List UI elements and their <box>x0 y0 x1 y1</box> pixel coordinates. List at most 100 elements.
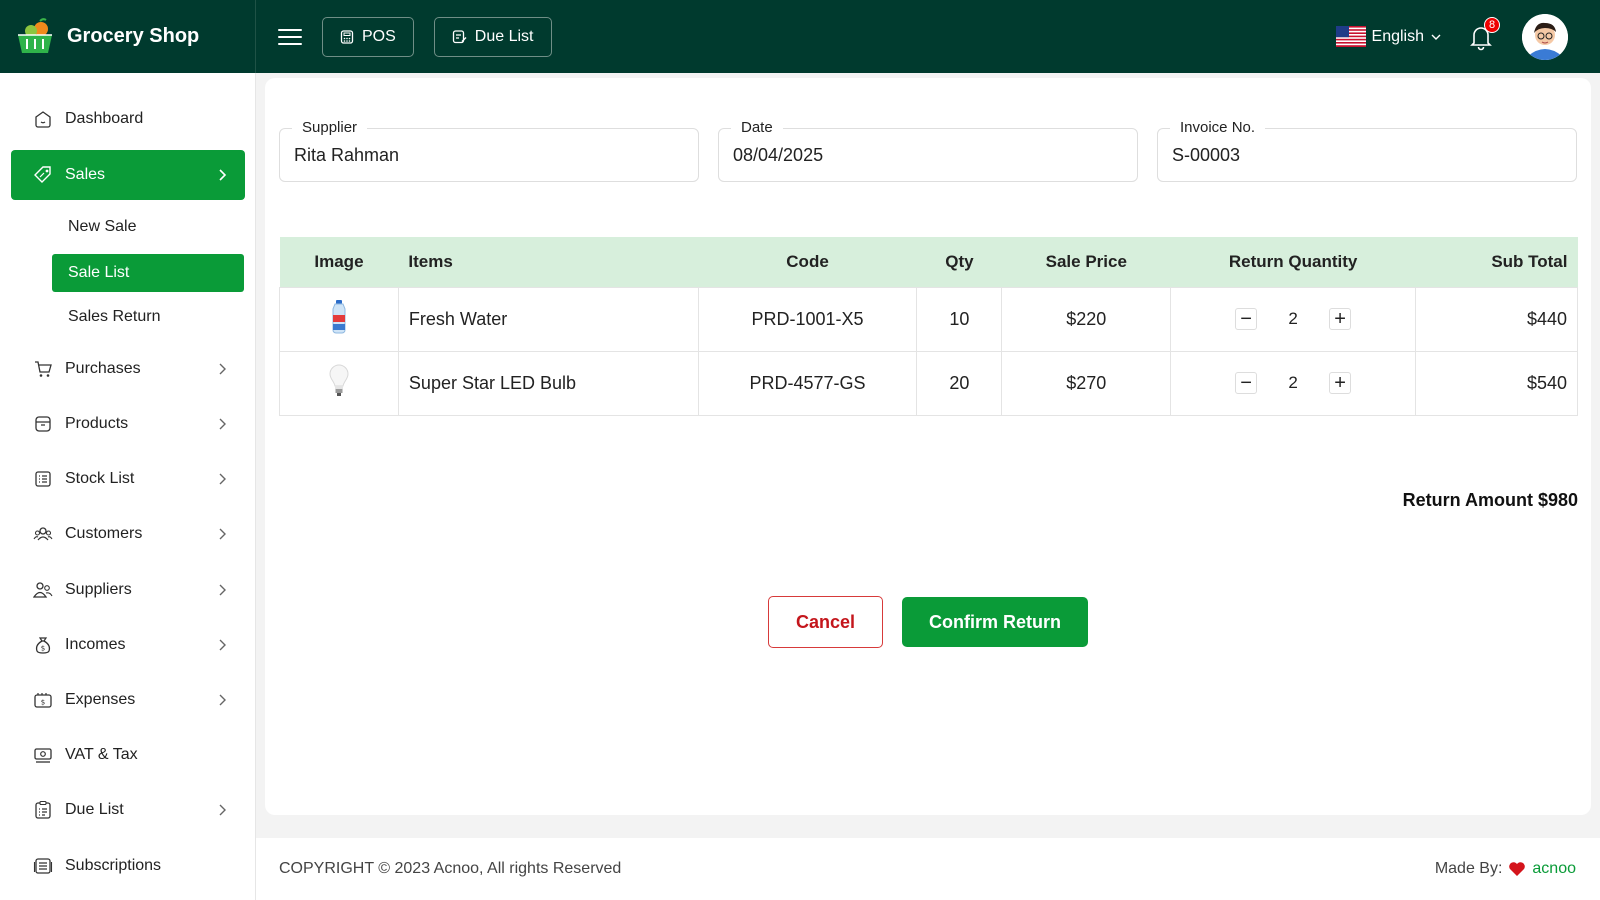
invoice-field[interactable]: Invoice No. S-00003 <box>1157 119 1577 182</box>
tag-icon <box>33 165 53 185</box>
chevron-right-icon <box>219 804 226 816</box>
table-row: Fresh Water PRD-1001-X5 10 $220 − 2 + $4… <box>279 286 1578 352</box>
top-bar: Grocery Shop POS Due List English 8 <box>0 0 1600 73</box>
notifications-button[interactable]: 8 <box>1466 16 1500 52</box>
wallet-icon: $ <box>33 690 53 710</box>
return-items-table: Image Items Code Qty Sale Price Return Q… <box>279 237 1578 416</box>
sidebar-item-label: Stock List <box>65 470 135 487</box>
subscription-icon <box>33 856 53 876</box>
product-image-cell <box>279 286 399 352</box>
brand[interactable]: Grocery Shop <box>0 0 256 73</box>
sidebar-item-sales[interactable]: Sales <box>11 150 245 200</box>
supplier-field[interactable]: Supplier Rita Rahman <box>279 119 699 182</box>
cart-icon <box>33 359 53 379</box>
col-header-code: Code <box>698 237 917 287</box>
supplier-value: Rita Rahman <box>294 145 400 165</box>
date-field[interactable]: Date 08/04/2025 <box>718 119 1138 182</box>
return-quantity-value[interactable]: 2 <box>1285 373 1301 393</box>
money-bag-icon: $ <box>33 635 53 655</box>
sidebar-item-label: Suppliers <box>65 581 132 598</box>
col-header-sale-price: Sale Price <box>1001 237 1171 287</box>
increment-button[interactable]: + <box>1329 308 1352 330</box>
chevron-right-icon <box>219 169 227 181</box>
sidebar-item-vat-tax[interactable]: VAT & Tax <box>11 730 245 780</box>
sidebar-item-incomes[interactable]: $ Incomes <box>11 620 245 670</box>
col-header-items: Items <box>398 237 699 287</box>
increment-button[interactable]: + <box>1329 372 1352 394</box>
quantity-stepper: − 2 + <box>1171 372 1415 394</box>
chevron-right-icon <box>219 639 226 651</box>
due-list-button-label: Due List <box>474 27 534 45</box>
item-qty: 20 <box>916 350 1003 416</box>
sidebar-item-label: Due List <box>65 801 124 818</box>
item-sale-price: $270 <box>1001 350 1172 416</box>
sidebar-item-label: Purchases <box>65 360 141 377</box>
sidebar-item-stock-list[interactable]: Stock List <box>11 454 245 504</box>
sidebar-item-expenses[interactable]: $ Expenses <box>11 675 245 725</box>
sidebar-item-label: Products <box>65 415 129 432</box>
sidebar-item-products[interactable]: Products <box>11 399 245 449</box>
notification-badge: 8 <box>1484 16 1500 33</box>
svg-text:$: $ <box>41 645 45 653</box>
copyright-text: COPYRIGHT © 2023 Acnoo, All rights Reser… <box>279 860 622 877</box>
item-qty: 10 <box>916 286 1003 352</box>
sidebar-item-purchases[interactable]: Purchases <box>11 344 245 394</box>
decrement-button[interactable]: − <box>1235 372 1258 394</box>
brand-name: Grocery Shop <box>67 25 200 47</box>
basket-logo-icon <box>18 17 52 53</box>
table-row: Super Star LED Bulb PRD-4577-GS 20 $270 … <box>279 350 1578 416</box>
confirm-return-button[interactable]: Confirm Return <box>902 597 1088 647</box>
col-header-return-quantity: Return Quantity <box>1170 237 1416 287</box>
sales-return-card: Supplier Rita Rahman Date 08/04/2025 Inv… <box>265 78 1591 815</box>
sidebar-item-due-list[interactable]: Due List <box>11 785 245 835</box>
chevron-right-icon <box>219 473 226 485</box>
return-quantity-value[interactable]: 2 <box>1285 309 1301 329</box>
invoice-value: S-00003 <box>1172 145 1241 165</box>
language-label: English <box>1371 27 1424 45</box>
sidebar-item-label: VAT & Tax <box>65 746 138 763</box>
sidebar-item-label: Dashboard <box>65 110 144 127</box>
heart-icon <box>1509 862 1526 876</box>
sidebar-item-label: Expenses <box>65 691 136 708</box>
made-by: Made By: acnoo <box>1435 860 1576 878</box>
language-selector[interactable]: English <box>1335 26 1442 47</box>
pos-button[interactable]: POS <box>322 16 414 57</box>
sidebar-item-label: Subscriptions <box>65 857 162 874</box>
chevron-right-icon <box>219 584 226 596</box>
decrement-button[interactable]: − <box>1235 308 1258 330</box>
chevron-right-icon <box>219 418 226 430</box>
sidebar-item-customers[interactable]: Customers <box>11 509 245 559</box>
item-sub-total: $440 <box>1415 286 1578 352</box>
sidebar-item-suppliers[interactable]: Suppliers <box>11 565 245 615</box>
quantity-stepper: − 2 + <box>1171 308 1415 330</box>
sidebar-item-subscriptions[interactable]: Subscriptions <box>11 841 245 891</box>
edit-note-icon <box>452 30 467 44</box>
item-code: PRD-1001-X5 <box>697 286 918 352</box>
return-quantity-cell: − 2 + <box>1170 350 1417 416</box>
user-avatar-icon <box>1522 13 1568 60</box>
made-by-link[interactable]: acnoo <box>1532 860 1576 878</box>
svg-text:$: $ <box>41 699 45 707</box>
list-icon <box>33 469 53 489</box>
item-sale-price: $220 <box>1001 286 1172 352</box>
col-header-qty: Qty <box>916 237 1002 287</box>
box-icon <box>33 414 53 434</box>
due-list-button[interactable]: Due List <box>433 16 552 57</box>
sidebar-item-dashboard[interactable]: Dashboard <box>11 94 245 144</box>
pos-button-label: POS <box>362 27 396 45</box>
avatar[interactable] <box>1522 13 1568 60</box>
item-sub-total: $540 <box>1415 350 1578 416</box>
led-bulb-icon <box>329 363 349 396</box>
sidebar-subitem-new-sale[interactable]: New Sale <box>52 208 244 246</box>
date-label: Date <box>731 119 783 136</box>
chevron-right-icon <box>219 528 226 540</box>
home-icon <box>33 109 53 129</box>
sidebar-subitem-sales-return[interactable]: Sales Return <box>52 298 244 336</box>
sidebar-subitem-sale-list[interactable]: Sale List <box>52 254 244 292</box>
date-value: 08/04/2025 <box>733 145 824 165</box>
menu-toggle-icon[interactable] <box>278 25 302 49</box>
chevron-down-icon <box>1431 34 1441 40</box>
cancel-button[interactable]: Cancel <box>768 596 883 648</box>
users-icon <box>33 524 53 544</box>
chevron-right-icon <box>219 694 226 706</box>
